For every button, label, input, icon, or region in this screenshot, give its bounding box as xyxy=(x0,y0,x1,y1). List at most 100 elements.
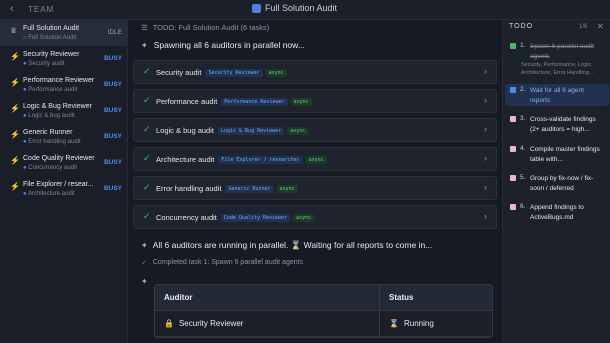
checkbox-active-icon xyxy=(510,87,516,93)
checkbox-icon xyxy=(510,116,516,122)
task-card-error-handling[interactable]: ✓ Error handling audit Generic Runner asyn… xyxy=(133,176,497,200)
task-line: Error handling audit Generic Runner async xyxy=(156,184,298,193)
todo-text: Append findings to ActiveBugs.md xyxy=(530,204,584,221)
async-badge: async xyxy=(265,69,287,77)
table-header: Auditor Status xyxy=(155,285,492,311)
top-bar: ‹ TEAM Full Solution Audit xyxy=(0,0,610,20)
task-card-concurrency[interactable]: ✓ Concurrency audit Code Quality Reviewer… xyxy=(133,205,497,229)
task-name: Performance audit xyxy=(156,97,218,106)
todo-num: 2. xyxy=(520,86,526,93)
task-card-performance[interactable]: ✓ Performance audit Performance Reviewer a… xyxy=(133,89,497,113)
agent-subtitle: ● Concurrency audit xyxy=(23,165,77,171)
checkbox-icon xyxy=(510,146,516,152)
spawn-message: ✦ Spawning all 6 auditors in parallel no… xyxy=(141,40,305,50)
async-badge: async xyxy=(276,185,298,193)
chevron-right-icon[interactable]: › xyxy=(484,124,487,134)
chevron-right-icon[interactable]: › xyxy=(484,182,487,192)
completed-message-text: Completed task 1: Spawn 6 parallel audit… xyxy=(152,259,304,266)
agent-item-full-solution-audit[interactable]: ♛ Full Solution Audit ⌂ Full Solution Au… xyxy=(0,20,128,46)
back-arrow-icon[interactable]: ‹ xyxy=(10,3,14,15)
todo-num: 3. xyxy=(520,115,526,122)
status-text: Running xyxy=(403,319,434,328)
bolt-icon: ⚡ xyxy=(10,156,20,165)
chevron-right-icon[interactable]: › xyxy=(484,153,487,163)
agent-subtitle-text: Full Solution Audit xyxy=(28,35,77,41)
agent-subtitle: ● Architecture audit xyxy=(23,191,75,197)
agent-subtitle: ⌂ Full Solution Audit xyxy=(23,35,77,41)
todo-item[interactable]: 1. Spawn 6 parallel audit agents Securit… xyxy=(505,40,609,84)
task-name: Security audit xyxy=(156,68,202,77)
sparkle-icon: ✦ xyxy=(141,277,148,286)
bolt-icon: ⚡ xyxy=(10,78,20,87)
agent-status: IDLE xyxy=(107,29,122,36)
async-badge: async xyxy=(305,156,327,164)
todo-subtext: Security, Performance, Logic, Architectu… xyxy=(521,62,594,76)
todo-item[interactable]: 3. Cross-validate findings (2+ auditors … xyxy=(505,113,609,139)
lock-icon: 🔒 xyxy=(164,319,174,328)
agent-badge: Logic & Bug Reviewer xyxy=(217,127,285,135)
agent-item-logic-bug-reviewer[interactable]: ⚡ Logic & Bug Reviewer ● Logic & bug aud… xyxy=(0,98,128,124)
agent-badge: Security Reviewer xyxy=(205,69,263,77)
todo-header-text: TODO: Full Solution Audit (6 tasks) xyxy=(152,23,270,32)
task-line: Concurrency audit Code Quality Reviewer as… xyxy=(156,213,315,222)
check-icon: ✓ xyxy=(143,211,151,221)
task-card-architecture[interactable]: ✓ Architecture audit File Explorer / rese… xyxy=(133,147,497,171)
window-title: Full Solution Audit xyxy=(252,3,337,13)
todo-item[interactable]: 5. Group by fix-now / fix-soon / deferre… xyxy=(505,172,609,198)
sparkle-icon: ✦ xyxy=(141,241,148,250)
task-card-logic[interactable]: ✓ Logic & bug audit Logic & Bug Reviewer a… xyxy=(133,118,497,142)
todo-text: Compile master findings table with... xyxy=(530,146,600,163)
agent-name: Logic & Bug Reviewer xyxy=(23,103,92,110)
agent-badge: Code Quality Reviewer xyxy=(220,214,291,222)
todo-item[interactable]: 4. Compile master findings table with... xyxy=(505,143,609,169)
spawn-message-text: Spawning all 6 auditors in parallel now.… xyxy=(153,40,305,50)
todo-text: Spawn 6 parallel audit agents xyxy=(530,43,594,60)
auditor-name: Security Reviewer xyxy=(178,319,244,328)
agent-badge: Performance Reviewer xyxy=(221,98,288,106)
column-header-auditor: Auditor xyxy=(155,285,380,310)
todo-panel-title: TODO xyxy=(509,23,534,30)
async-badge: async xyxy=(290,98,312,106)
crown-icon: ♛ xyxy=(10,26,18,35)
close-icon[interactable]: ✕ xyxy=(597,22,604,31)
chevron-right-icon[interactable]: › xyxy=(484,211,487,221)
sparkle-icon: ✦ xyxy=(141,40,148,50)
check-icon: ✓ xyxy=(143,153,151,163)
agent-subtitle: ● Error handling audit xyxy=(23,139,81,145)
window-title-text: Full Solution Audit xyxy=(265,3,338,13)
bolt-icon: ⚡ xyxy=(10,52,20,61)
agent-subtitle-text: Architecture audit xyxy=(27,191,75,197)
running-message: ✦ All 6 auditors are running in parallel… xyxy=(141,240,432,251)
agent-subtitle: ● Security audit xyxy=(23,61,65,67)
agent-item-performance-reviewer[interactable]: ⚡ Performance Reviewer ● Performance aud… xyxy=(0,72,128,98)
todo-item[interactable]: 6. Append findings to ActiveBugs.md xyxy=(505,201,609,227)
list-icon: ☰ xyxy=(141,23,148,32)
app-icon xyxy=(252,3,261,13)
task-card-security[interactable]: ✓ Security audit Security Reviewer async › xyxy=(133,60,497,84)
check-icon: ✓ xyxy=(141,260,147,267)
table-row: 🔒 Security Reviewer ⌛ Running xyxy=(155,311,492,337)
todo-item[interactable]: 2. Wait for all 6 agent reports xyxy=(505,84,609,106)
running-message-text: All 6 auditors are running in parallel. … xyxy=(152,240,433,250)
todo-text: Cross-validate findings (2+ auditors = h… xyxy=(530,116,596,133)
todo-num: 5. xyxy=(520,174,526,181)
chevron-right-icon[interactable]: › xyxy=(484,66,487,76)
agent-item-file-explorer[interactable]: ⚡ File Explorer / resear... ● Architectu… xyxy=(0,176,128,202)
bolt-icon: ⚡ xyxy=(10,130,20,139)
agent-name: File Explorer / resear... xyxy=(23,181,94,188)
todo-text: Wait for all 6 agent reports xyxy=(530,87,584,104)
agent-item-generic-runner[interactable]: ⚡ Generic Runner ● Error handling audit … xyxy=(0,124,128,150)
check-icon: ✓ xyxy=(143,66,151,76)
async-badge: async xyxy=(287,127,309,135)
agent-name: Performance Reviewer xyxy=(23,77,95,84)
chevron-right-icon[interactable]: › xyxy=(484,95,487,105)
agent-item-security-reviewer[interactable]: ⚡ Security Reviewer ● Security audit BUS… xyxy=(0,46,128,72)
agent-item-code-quality-reviewer[interactable]: ⚡ Code Quality Reviewer ● Concurrency au… xyxy=(0,150,128,176)
todo-header: ☰ TODO: Full Solution Audit (6 tasks) xyxy=(141,23,269,32)
agent-badge: File Explorer / researcher xyxy=(218,156,303,164)
column-header-status: Status xyxy=(389,293,414,302)
checkbox-done-icon xyxy=(510,43,516,49)
check-icon: ✓ xyxy=(143,95,151,105)
checkbox-icon xyxy=(510,204,516,210)
agent-status: BUSY xyxy=(103,159,122,166)
